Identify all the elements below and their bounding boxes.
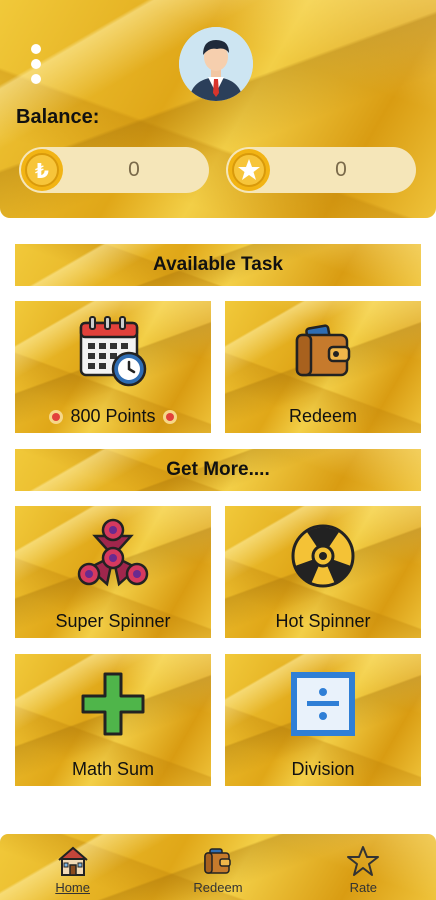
game-card-math-sum[interactable]: Math Sum bbox=[15, 654, 211, 786]
get-more-banner: Get More.... bbox=[15, 449, 421, 491]
star-balance-pill: 0 bbox=[226, 147, 416, 193]
nav-label-home: Home bbox=[55, 880, 90, 895]
rupee-balance-pill: ₺ 0 bbox=[19, 147, 209, 193]
coin-icon bbox=[162, 409, 177, 424]
star-outline-icon bbox=[347, 846, 380, 876]
wallet-icon bbox=[204, 848, 231, 874]
nav-item-home[interactable]: Home bbox=[0, 834, 145, 900]
nav-item-rate[interactable]: Rate bbox=[291, 834, 436, 900]
balance-label: Balance: bbox=[16, 106, 100, 128]
rupee-coin-icon: ₺ bbox=[21, 149, 63, 191]
game-label-super-spinner: Super Spinner bbox=[55, 611, 171, 631]
home-icon bbox=[58, 846, 88, 876]
more-vertical-icon[interactable] bbox=[28, 44, 44, 84]
game-label-hot-spinner: Hot Spinner bbox=[275, 611, 371, 631]
star-coin-icon bbox=[228, 149, 270, 191]
nav-item-redeem[interactable]: Redeem bbox=[145, 834, 290, 900]
bottom-nav: Home Redeem Rate bbox=[0, 834, 436, 900]
coin-icon bbox=[49, 409, 64, 424]
svg-text:₺: ₺ bbox=[35, 159, 49, 183]
calendar-clock-icon bbox=[79, 316, 147, 387]
task-label-redeem: Redeem bbox=[288, 406, 358, 426]
hot-spinner-icon bbox=[291, 524, 355, 588]
user-avatar-icon[interactable] bbox=[179, 27, 253, 101]
fidget-spinner-icon bbox=[77, 518, 149, 587]
wallet-icon bbox=[295, 324, 351, 377]
task-label-points: 800 Points bbox=[15, 406, 211, 427]
plus-icon bbox=[81, 672, 145, 736]
task-card-points[interactable]: 800 Points bbox=[15, 301, 211, 433]
header-panel: Balance: ₺ 0 0 bbox=[0, 0, 436, 218]
game-card-division[interactable]: Division bbox=[225, 654, 421, 786]
task-card-redeem[interactable]: Redeem bbox=[225, 301, 421, 433]
nav-label-redeem: Redeem bbox=[193, 880, 243, 895]
star-balance-value: 0 bbox=[335, 158, 347, 181]
game-card-hot-spinner[interactable]: Hot Spinner bbox=[225, 506, 421, 638]
points-text: 800 Points bbox=[70, 406, 156, 426]
nav-label-rate: Rate bbox=[349, 880, 378, 895]
game-label-division: Division bbox=[291, 759, 355, 779]
division-icon bbox=[291, 672, 355, 736]
available-task-banner: Available Task bbox=[15, 244, 421, 286]
game-card-super-spinner[interactable]: Super Spinner bbox=[15, 506, 211, 638]
rupee-balance-value: 0 bbox=[128, 158, 140, 181]
game-label-math-sum: Math Sum bbox=[71, 759, 155, 779]
